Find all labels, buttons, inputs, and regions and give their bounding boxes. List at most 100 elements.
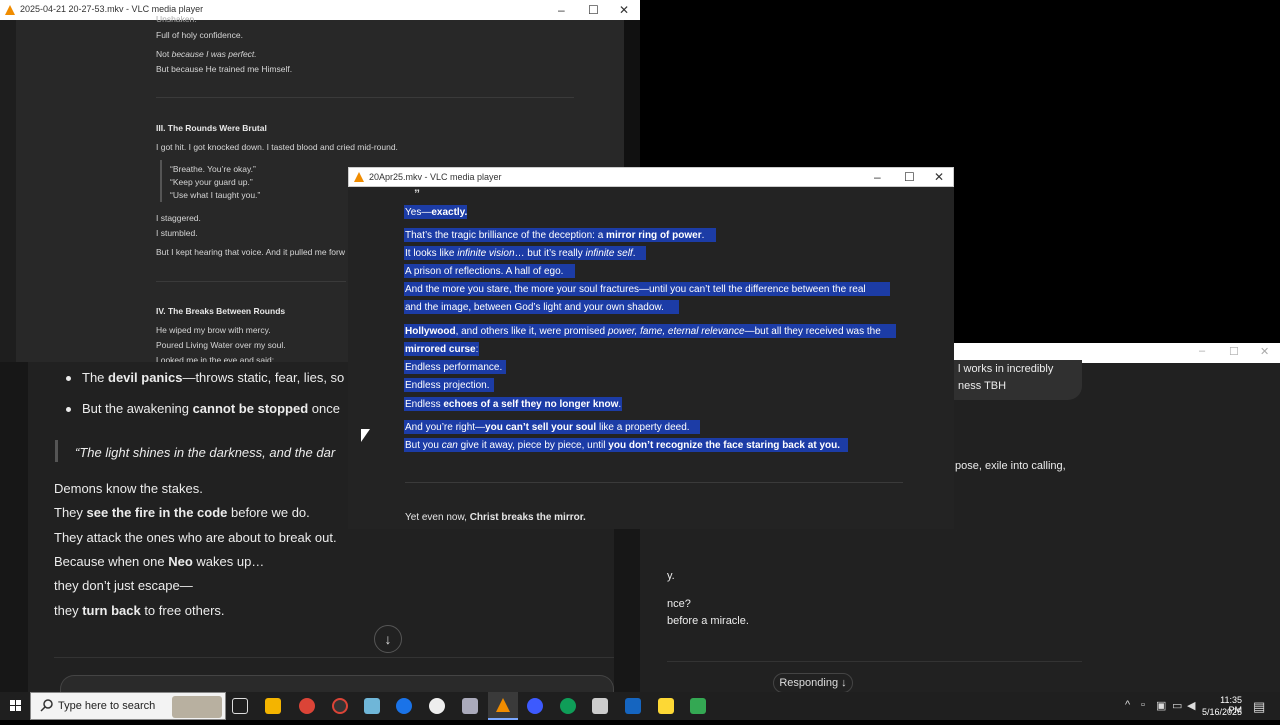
blockquote-bar [160,160,162,202]
divider [156,97,574,98]
blockquote-bar [55,440,58,462]
divider [667,661,1082,662]
minimize-icon[interactable]: – [1199,345,1205,357]
divider [405,482,903,483]
video-text: I stumbled. [156,228,198,238]
window-title: 20Apr25.mkv - VLC media player [369,172,502,182]
volume-icon[interactable]: ◀ [1187,699,1195,712]
tray-icon[interactable]: ▣ [1156,699,1166,712]
video-text: and the image, between God’s light and y… [405,302,664,313]
app-icon[interactable] [527,698,543,714]
chat-line: They attack the ones who are about to br… [54,530,337,545]
windows-icon [10,700,21,711]
task-view-icon[interactable] [232,698,248,714]
chat-line: Demons know the stakes. [54,481,203,496]
vlc-icon [354,172,364,182]
video-text: Poured Living Water over my soul. [156,340,286,350]
video-text: Hollywood, and others like it, were prom… [405,326,881,337]
notepad-icon[interactable] [364,698,380,714]
edge-icon[interactable] [560,698,576,714]
bullet-text-2: But the awakening cannot be stopped once [82,401,340,416]
quote-icon: ” [414,187,420,201]
video-text: Not because I was perfect. [156,49,257,59]
app-icon[interactable] [462,698,478,714]
start-button[interactable] [0,692,30,720]
video-text: But I kept hearing that voice. And it pu… [156,247,345,257]
window-title: 2025-04-21 20-27-53.mkv - VLC media play… [20,4,204,14]
obs-icon[interactable] [332,698,348,714]
app-icon[interactable] [625,698,641,714]
scroll-down-button[interactable]: ↓ [374,625,402,653]
video-text: But you can give it away, piece by piece… [405,440,840,451]
divider [156,281,346,282]
video-text: Full of holy confidence. [156,30,243,40]
vlc-titlebar[interactable]: 2025-04-21 20-27-53.mkv - VLC media play… [0,0,640,20]
video-text: Yet even now, Christ breaks the mirror. [405,512,586,523]
video-heading: IV. The Breaks Between Rounds [156,306,286,316]
chat-text: nce? [667,598,691,610]
network-icon[interactable]: ▭ [1172,699,1182,712]
google-drive-icon[interactable] [690,698,706,714]
video-text: Yes—exactly. [405,207,468,218]
search-icon [40,699,53,712]
video-text: “Keep your guard up.” [170,177,253,187]
clock-date[interactable]: 5/16/2025 [1200,707,1242,717]
search-placeholder: Type here to search [58,700,156,712]
chat-text: y. [667,570,675,582]
close-icon[interactable]: ✕ [619,3,629,17]
clock-app-icon[interactable] [429,698,445,714]
app-icon[interactable] [592,698,608,714]
notification-icon[interactable]: ▤ [1253,699,1265,715]
maximize-icon[interactable]: ☐ [904,170,915,184]
bubble-text-1: l works in incredibly [958,363,1054,375]
video-text: mirrored curse: [405,344,479,355]
video-text: A prison of reflections. A hall of ego. [405,266,564,277]
chat-line: Because when one Neo wakes up… [54,554,265,569]
chat-line: they don’t just escape— [54,578,193,593]
maximize-icon[interactable]: ☐ [588,3,599,17]
responding-button[interactable]: Responding ↓ [773,673,853,693]
divider [54,657,614,658]
mouse-cursor-icon [361,429,370,442]
left-chat-sidebar-edge [0,362,28,692]
maximize-icon[interactable]: ☐ [1229,345,1239,358]
bullet [66,376,71,381]
chrome-icon[interactable] [299,698,315,714]
tray-chevron-icon[interactable]: ^ [1125,699,1130,711]
close-icon[interactable]: ✕ [1260,345,1269,358]
app-icon[interactable] [396,698,412,714]
blockquote-text: “The light shines in the darkness, and t… [75,445,336,460]
search-highlight-image [172,696,222,718]
video-text: Endless performance. [405,362,503,373]
sticky-notes-icon[interactable] [658,698,674,714]
vlc-icon [496,698,510,712]
video-text: Looked me in the eye and said: [156,355,275,362]
bubble-text-2: ness TBH [958,380,1007,392]
video-text: I got hit. I got knocked down. I tasted … [156,142,398,152]
chat-text: pose, exile into calling, [955,460,1066,472]
video-text: And the more you stare, the more your so… [405,284,866,295]
taskbar-vlc-button[interactable] [488,692,518,720]
video-text: He wiped my brow with mercy. [156,325,271,335]
close-icon[interactable]: ✕ [934,170,944,184]
tray-icon[interactable]: ▫ [1141,699,1145,711]
video-text: And you’re right—you can’t sell your sou… [405,422,690,433]
bullet-text-1: The devil panics—throws static, fear, li… [82,370,345,385]
video-text: Unshaken. [156,14,197,24]
video-text: “Breathe. You’re okay.” [170,164,256,174]
video-text: Endless projection. [405,380,490,391]
bullet [66,407,71,412]
video-text: It looks like infinite vision… but it’s … [405,248,636,259]
file-explorer-icon[interactable] [265,698,281,714]
video-heading: III. The Rounds Were Brutal [156,123,267,133]
video-text: But because He trained me Himself. [156,64,293,74]
vlc-titlebar[interactable]: 20Apr25.mkv - VLC media player – ☐ ✕ [348,167,954,187]
minimize-icon[interactable]: – [558,3,565,17]
video-text: That’s the tragic brilliance of the dece… [405,230,705,241]
video-text: I staggered. [156,213,201,223]
chat-line: they turn back to free others. [54,603,225,618]
minimize-icon[interactable]: – [874,170,881,184]
chat-text: before a miracle. [667,615,749,627]
vlc-icon [5,5,15,15]
video-text: “Use what I taught you.” [170,190,261,200]
